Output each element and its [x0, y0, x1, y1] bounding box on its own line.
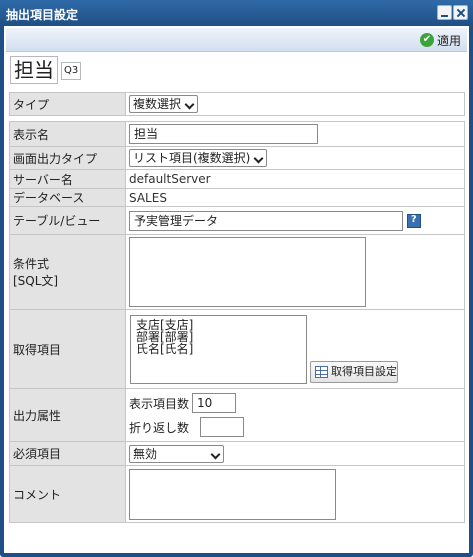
server-name-value: defaultServer: [125, 169, 465, 189]
list-item[interactable]: 支店[支店]: [136, 319, 301, 331]
type-table: タイプ 複数選択: [9, 92, 465, 116]
screen-output-type-label: 画面出力タイプ: [9, 146, 126, 170]
fetch-items-listbox[interactable]: 支店[支店] 部署[部署] 氏名[氏名]: [130, 314, 307, 384]
table-view-label: テーブル/ビュー: [9, 206, 126, 235]
fetch-items-settings-button[interactable]: 取得項目設定: [310, 361, 398, 383]
screen-output-type-select[interactable]: リスト項目(複数選択): [129, 149, 268, 167]
window-title: 抽出項目設定: [6, 8, 79, 22]
fetch-items-settings-label: 取得項目設定: [331, 365, 397, 378]
condition-label-line1: 条件式: [13, 257, 50, 271]
database-label: データベース: [9, 188, 126, 207]
dialog-window: 抽出項目設定 ✔ 適用 担当 Q3 タイプ 複数選択 表示名 担当 画面出力タイ…: [0, 0, 473, 557]
type-select[interactable]: 複数選択: [129, 95, 199, 113]
type-select-value: 複数選択: [133, 97, 182, 111]
display-count-label: 表示項目数: [129, 396, 190, 411]
table-view-input[interactable]: 予実管理データ: [129, 210, 403, 231]
display-name-label: 表示名: [9, 121, 126, 147]
required-label: 必須項目: [9, 441, 126, 466]
list-item[interactable]: 部署[部署]: [136, 331, 301, 343]
wrap-count-input[interactable]: [200, 417, 245, 437]
fetch-items-label: 取得項目: [9, 309, 126, 389]
settings-table: 表示名 担当 画面出力タイプ リスト項目(複数選択) サーバー名 default…: [9, 121, 465, 523]
dialog-body: ✔ 適用 担当 Q3 タイプ 複数選択 表示名 担当 画面出力タイプ リスト項目…: [4, 26, 469, 553]
list-item[interactable]: 氏名[氏名]: [136, 343, 301, 355]
table-view-help-icon[interactable]: [406, 213, 421, 228]
database-value: SALES: [125, 188, 465, 207]
item-id-badge: Q3: [61, 62, 82, 80]
server-name-label: サーバー名: [9, 169, 126, 189]
title-bar[interactable]: 抽出項目設定: [0, 0, 473, 26]
item-name: 担当: [10, 56, 58, 84]
toolbar: ✔ 適用: [6, 28, 467, 52]
comment-textarea[interactable]: [129, 468, 336, 520]
wrap-count-label: 折り返し数: [129, 420, 190, 435]
apply-label: 適用: [436, 33, 461, 48]
check-icon: ✔: [419, 33, 434, 47]
type-label: タイプ: [9, 92, 126, 116]
condition-textarea[interactable]: [129, 237, 366, 307]
display-name-input[interactable]: 担当: [129, 124, 318, 144]
screen-output-type-value: リスト項目(複数選択): [133, 151, 251, 165]
display-count-input[interactable]: 10: [192, 393, 237, 413]
condition-label: 条件式 [SQL文]: [9, 234, 126, 310]
required-select[interactable]: 無効: [129, 444, 224, 463]
condition-label-line2: [SQL文]: [13, 274, 59, 288]
required-select-value: 無効: [133, 446, 158, 461]
minimize-icon[interactable]: [437, 5, 452, 20]
apply-button[interactable]: ✔ 適用: [419, 32, 461, 48]
table-grid-icon: [315, 366, 328, 378]
comment-label: コメント: [9, 465, 126, 523]
output-attr-label: 出力属性: [9, 388, 126, 442]
close-icon[interactable]: [453, 5, 468, 20]
